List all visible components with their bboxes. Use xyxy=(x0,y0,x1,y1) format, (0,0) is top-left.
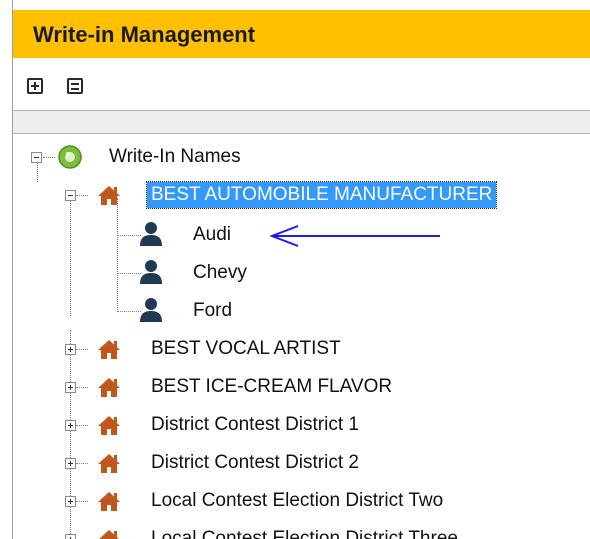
tree-contest-row[interactable]: Local Contest Election District Two xyxy=(13,484,590,518)
person-icon xyxy=(140,298,162,322)
collapse-toggle-icon[interactable] xyxy=(31,152,42,163)
tree-contest-label: Local Contest Election District Three xyxy=(151,528,458,539)
write-in-tree: Write-In Names BEST AUTOMOBILE MANUFACTU… xyxy=(13,134,590,539)
house-icon xyxy=(98,340,120,359)
expand-toggle-icon[interactable] xyxy=(65,382,76,393)
house-icon xyxy=(98,492,120,511)
person-icon xyxy=(140,260,162,284)
tree-root-label: Write-In Names xyxy=(109,146,241,167)
tree-contest-row[interactable]: BEST VOCAL ARTIST xyxy=(13,332,590,366)
tree-candidate-row[interactable]: Ford xyxy=(13,294,590,328)
tree-contest-label: District Contest District 2 xyxy=(151,452,359,473)
panel-title-bar: Write-in Management xyxy=(13,10,590,58)
tree-contest-row[interactable]: BEST ICE-CREAM FLAVOR xyxy=(13,370,590,404)
tree-contest-label: District Contest District 1 xyxy=(151,414,359,435)
expand-toggle-icon[interactable] xyxy=(65,420,76,431)
green-circle-icon xyxy=(58,145,82,169)
tree-contest-row[interactable]: District Contest District 1 xyxy=(13,408,590,442)
tree-contest-label: BEST AUTOMOBILE MANUFACTURER xyxy=(145,181,498,209)
tree-contest-label: BEST ICE-CREAM FLAVOR xyxy=(151,376,393,397)
tree-contest-label: Local Contest Election District Two xyxy=(151,490,444,511)
tree-candidate-row[interactable]: Chevy xyxy=(13,256,590,290)
toolbar xyxy=(13,58,590,110)
house-icon xyxy=(99,530,119,539)
write-in-management-panel: Write-in Management Write-In Names BEST … xyxy=(12,0,590,539)
tree-candidate-label: Chevy xyxy=(193,262,247,283)
tree-contest-label: BEST VOCAL ARTIST xyxy=(151,338,341,359)
annotation-arrow-icon xyxy=(269,225,440,247)
house-icon xyxy=(98,416,120,435)
tree-contest-row[interactable]: BEST AUTOMOBILE MANUFACTURER xyxy=(13,178,590,212)
tree-root-row[interactable]: Write-In Names xyxy=(13,140,590,174)
expand-toggle-icon[interactable] xyxy=(65,496,76,507)
collapse-all-icon[interactable] xyxy=(67,78,83,94)
house-icon xyxy=(98,454,120,473)
panel-title: Write-in Management xyxy=(33,22,256,47)
tree-candidate-label: Audi xyxy=(193,224,232,245)
collapse-toggle-icon[interactable] xyxy=(65,190,76,201)
expand-toggle-icon[interactable] xyxy=(65,344,76,355)
house-icon xyxy=(98,186,120,205)
house-icon xyxy=(98,378,120,397)
expand-toggle-icon[interactable] xyxy=(65,458,76,469)
tree-contest-row[interactable]: District Contest District 2 xyxy=(13,446,590,480)
tree-candidate-label: Ford xyxy=(193,300,233,321)
person-icon xyxy=(140,222,162,246)
tree-contest-row[interactable]: Local Contest Election District Three xyxy=(13,522,590,539)
expand-toggle-icon[interactable] xyxy=(65,534,76,539)
toolbar-separator xyxy=(13,110,590,134)
expand-all-icon[interactable] xyxy=(27,78,43,94)
